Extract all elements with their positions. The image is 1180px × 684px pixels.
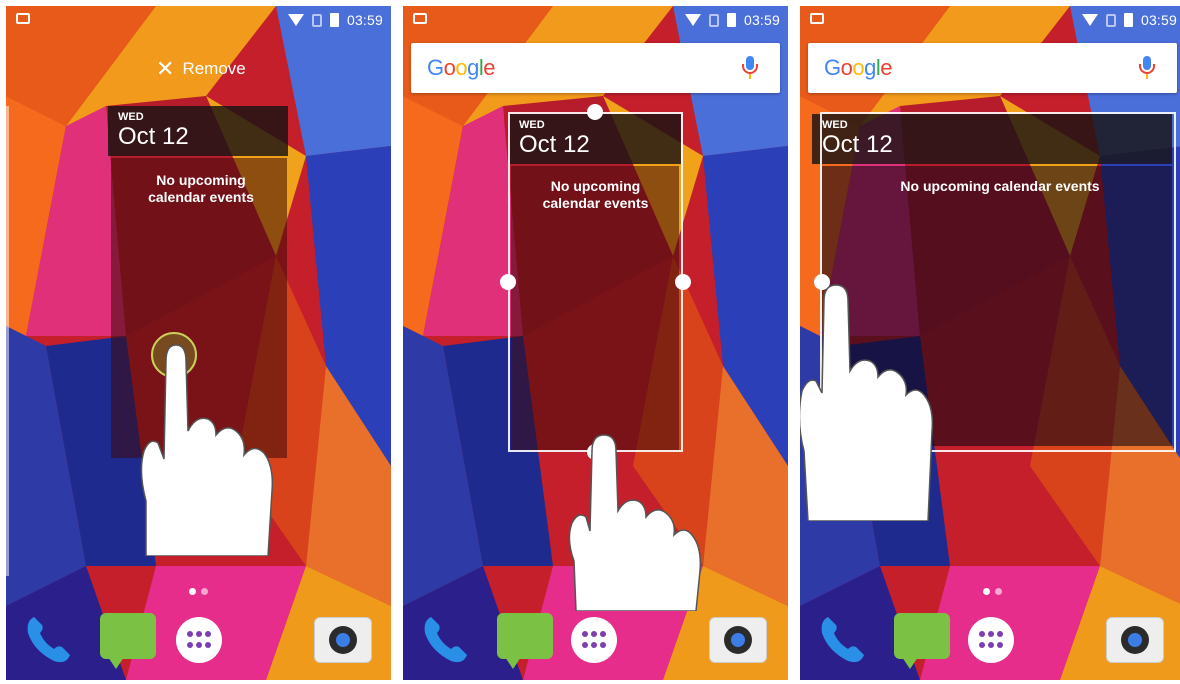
page-dot (189, 588, 196, 595)
status-bar: 03:59 (6, 6, 391, 34)
status-bar: 03:59 (800, 6, 1180, 34)
status-time: 03:59 (1140, 12, 1177, 28)
dock (800, 611, 1180, 671)
wifi-icon (684, 14, 701, 26)
camera-icon[interactable] (709, 617, 767, 663)
camera-icon[interactable] (314, 617, 372, 663)
screenshot-icon (413, 13, 427, 24)
hand-pointer-icon (140, 332, 274, 556)
status-bar: 03:59 (403, 6, 788, 34)
calendar-empty-message: No upcoming calendar events (148, 172, 254, 205)
app-drawer-icon[interactable] (571, 617, 617, 663)
tutorial-screens: 03:59 ✕ Remove WED Oct 12 No upcoming ca… (0, 0, 1180, 684)
google-search-bar[interactable]: Google (411, 43, 780, 93)
dock (6, 611, 391, 671)
no-sim-icon (1105, 13, 1116, 27)
phone-screen-1: 03:59 ✕ Remove WED Oct 12 No upcoming ca… (6, 6, 391, 680)
battery-icon (1123, 13, 1133, 27)
mic-icon[interactable] (742, 56, 758, 79)
screenshot-icon (810, 13, 824, 24)
page-edge (6, 106, 9, 576)
resize-handle-left[interactable] (500, 274, 516, 290)
messaging-icon[interactable] (894, 613, 950, 669)
hand-pointer-icon (800, 284, 934, 521)
resize-handle-top[interactable] (587, 104, 603, 120)
battery-icon (329, 13, 339, 27)
widget-resize-frame[interactable] (508, 112, 683, 452)
phone-icon[interactable] (20, 611, 76, 667)
screenshot-icon (16, 13, 30, 24)
resize-handle-right[interactable] (675, 274, 691, 290)
page-dot (201, 588, 208, 595)
status-time: 03:59 (743, 12, 780, 28)
app-drawer-icon[interactable] (176, 617, 222, 663)
calendar-header: WED Oct 12 (108, 106, 288, 156)
remove-label: Remove (182, 59, 246, 78)
wifi-icon (1081, 14, 1098, 26)
mic-icon[interactable] (1139, 56, 1155, 79)
calendar-date: Oct 12 (118, 123, 189, 150)
close-icon: ✕ (156, 56, 175, 81)
google-logo: Google (824, 55, 893, 80)
phone-icon[interactable] (417, 611, 473, 667)
phone-screen-2: 03:59 Google WED Oct 12 No upcoming cale… (403, 6, 788, 680)
camera-icon[interactable] (1106, 617, 1164, 663)
no-sim-icon (311, 13, 322, 27)
phone-screen-3: 03:59 Google WED Oct 12 No upcoming cale… (800, 6, 1180, 680)
phone-icon[interactable] (814, 611, 870, 667)
no-sim-icon (708, 13, 719, 27)
status-time: 03:59 (346, 12, 383, 28)
wifi-icon (287, 14, 304, 26)
battery-icon (726, 13, 736, 27)
page-dot (983, 588, 990, 595)
remove-drop-target[interactable]: ✕ Remove (156, 58, 246, 80)
google-search-bar[interactable]: Google (808, 43, 1177, 93)
calendar-day: WED (118, 111, 144, 123)
messaging-icon[interactable] (100, 613, 156, 669)
page-dot (995, 588, 1002, 595)
page-indicator (800, 588, 1180, 595)
page-indicator (6, 588, 391, 595)
app-drawer-icon[interactable] (968, 617, 1014, 663)
messaging-icon[interactable] (497, 613, 553, 669)
dock (403, 611, 788, 671)
google-logo: Google (427, 55, 496, 80)
hand-pointer-icon (568, 434, 702, 611)
